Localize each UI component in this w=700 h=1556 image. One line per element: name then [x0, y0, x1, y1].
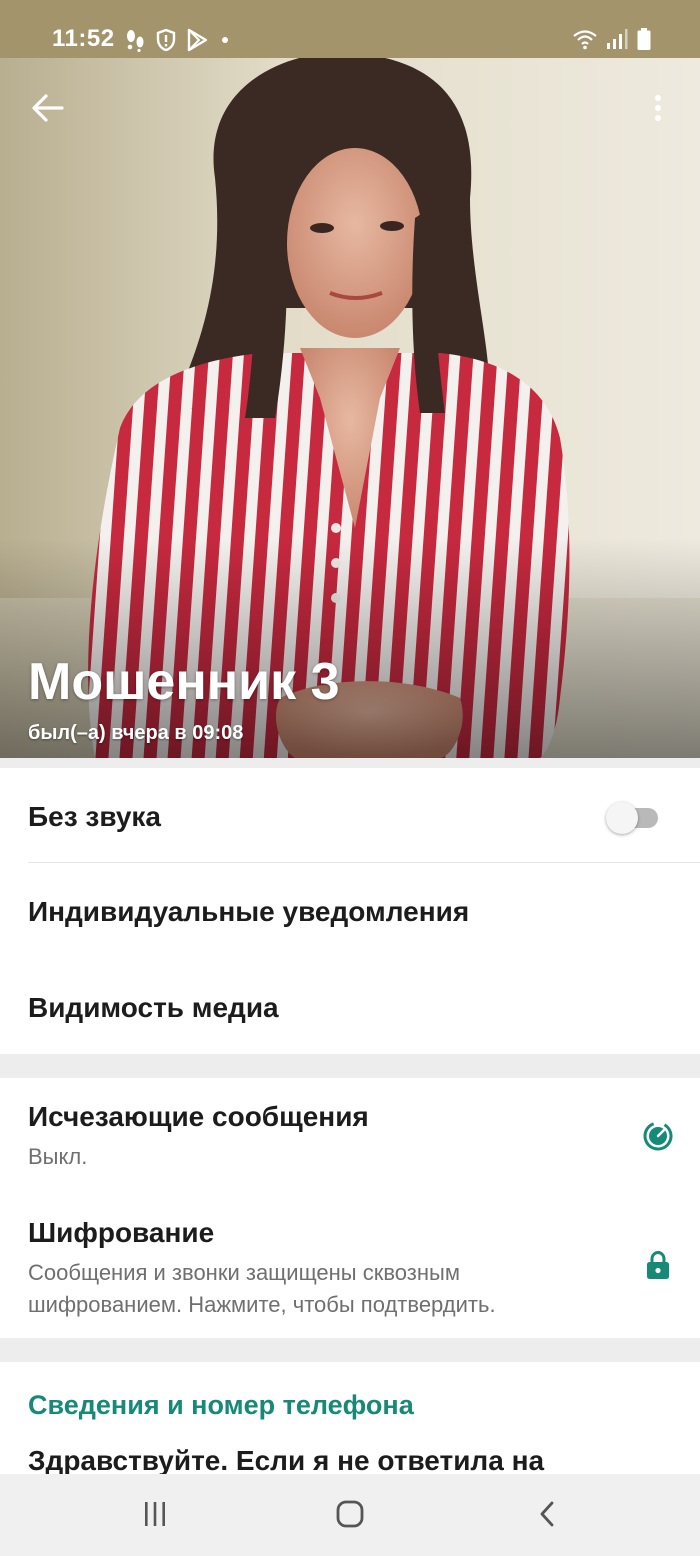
encryption-label: Шифрование — [28, 1217, 215, 1248]
privacy-settings-card: Исчезающие сообщения Выкл. Шифрование Со… — [0, 1078, 700, 1338]
media-visibility-label: Видимость медиа — [28, 992, 279, 1023]
encryption-description-line-1: Сообщения и звонки защищены сквозным — [28, 1260, 460, 1285]
disappearing-messages-value: Выкл. — [28, 1144, 88, 1169]
about-section-header: Сведения и номер телефона — [28, 1390, 414, 1420]
custom-notifications-row[interactable]: Индивидуальные уведомления — [0, 863, 700, 959]
notification-settings-card: Без звука Индивидуальные уведомления Вид… — [0, 768, 700, 1054]
wifi-icon — [573, 30, 597, 50]
timer-icon — [643, 1121, 673, 1151]
mute-toggle-thumb — [606, 802, 638, 834]
more-vertical-icon — [655, 95, 661, 121]
status-system-icons — [572, 26, 652, 52]
steps-icon — [127, 30, 144, 52]
status-notification-icons — [124, 27, 232, 53]
back-button[interactable] — [26, 86, 70, 130]
profile-photo-header[interactable]: Мошенник 3 был(–а) вчера в 09:08 — [0, 58, 700, 758]
about-card: Сведения и номер телефона Здравствуйте. … — [0, 1362, 700, 1474]
back-nav-button[interactable] — [517, 1486, 577, 1542]
lock-icon — [647, 1250, 669, 1279]
system-navigation-bar — [0, 1474, 700, 1556]
recent-apps-icon — [145, 1502, 165, 1526]
status-time: 11:52 — [52, 25, 115, 52]
home-button[interactable] — [320, 1486, 380, 1542]
battery-icon — [637, 28, 651, 50]
more-options-button[interactable] — [636, 86, 680, 130]
chevron-left-icon — [540, 1501, 554, 1527]
disappearing-messages-row[interactable]: Исчезающие сообщения Выкл. — [0, 1078, 700, 1194]
home-icon — [336, 1500, 364, 1528]
encryption-row[interactable]: Шифрование Сообщения и звонки защищены с… — [0, 1194, 700, 1338]
mute-row[interactable]: Без звука — [0, 768, 700, 863]
encryption-description-line-2: шифрованием. Нажмите, чтобы подтвердить. — [28, 1292, 496, 1317]
recent-apps-button[interactable] — [125, 1486, 185, 1542]
shield-icon — [156, 28, 176, 52]
mute-toggle[interactable] — [606, 802, 660, 834]
media-visibility-row[interactable]: Видимость медиа — [0, 959, 700, 1054]
about-text[interactable]: Здравствуйте. Если я не ответила на — [28, 1444, 544, 1474]
last-seen-status: был(–а) вчера в 09:08 — [28, 722, 244, 744]
play-store-icon — [187, 28, 208, 52]
mute-label: Без звука — [28, 801, 161, 832]
contact-name: Мошенник 3 — [28, 653, 340, 711]
arrow-left-icon — [32, 94, 64, 122]
signal-icon — [607, 29, 628, 49]
custom-notifications-label: Индивидуальные уведомления — [28, 896, 470, 927]
disappearing-messages-label: Исчезающие сообщения — [28, 1101, 369, 1132]
status-bar: 11:52 — [0, 0, 700, 58]
dot-icon — [222, 37, 228, 43]
